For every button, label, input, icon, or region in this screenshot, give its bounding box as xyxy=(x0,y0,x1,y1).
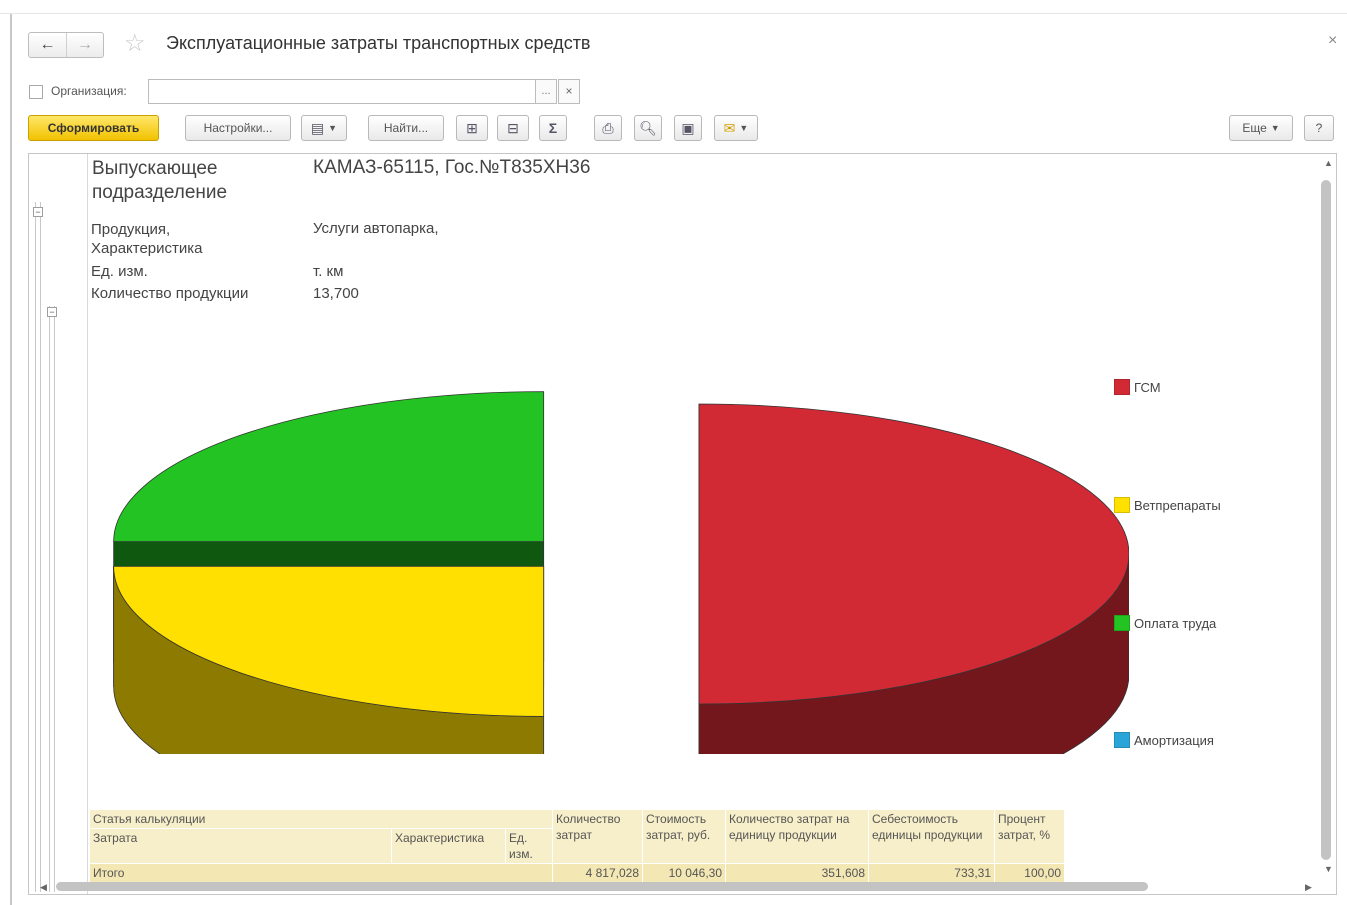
settings-label: Настройки... xyxy=(203,121,273,135)
printer-icon: ⎙ xyxy=(602,119,614,136)
legend-item: Амортизация xyxy=(1114,732,1214,748)
navigation-buttons: ← → xyxy=(28,32,104,58)
back-button[interactable]: ← xyxy=(29,33,66,57)
header-cost: Стоимость затрат, руб. xyxy=(642,809,726,864)
quantity-value: 13,700 xyxy=(313,285,359,302)
header-cost-item: Затрата xyxy=(89,828,392,864)
header-characteristic: Характеристика xyxy=(391,828,506,864)
content-border xyxy=(87,154,88,894)
preview-button[interactable]: 🔍︎ xyxy=(634,115,662,141)
group-outline-line xyxy=(49,306,55,892)
forward-button[interactable]: → xyxy=(65,33,103,57)
total-cost: 10 046,30 xyxy=(642,863,726,883)
sum-button[interactable]: Σ xyxy=(539,115,567,141)
chevron-down-icon: ▼ xyxy=(739,123,749,133)
collapse-groups-button[interactable]: ⊟ xyxy=(497,115,529,141)
unit-label: Ед. изм. xyxy=(91,263,148,280)
find-button[interactable]: Найти... xyxy=(368,115,444,141)
scroll-right-icon[interactable]: ▶ xyxy=(1305,882,1312,893)
group-outline-line xyxy=(35,202,41,892)
department-label: Выпускающее подразделение xyxy=(92,158,228,203)
envelope-icon: ✉ xyxy=(723,119,736,136)
header-quantity: Количество затрат xyxy=(552,809,643,864)
cost-pie-chart xyxy=(113,391,1129,754)
floppy-disk-icon: ▣ xyxy=(681,119,695,136)
favorite-star-icon[interactable]: ☆ xyxy=(124,31,146,57)
organization-clear-button[interactable]: × xyxy=(558,79,580,104)
close-icon[interactable]: × xyxy=(1328,32,1337,50)
organization-input[interactable] xyxy=(148,79,536,104)
header-qty-per-unit: Количество затрат на единицу продукции xyxy=(725,809,869,864)
legend-swatch xyxy=(1114,732,1130,748)
scroll-down-icon[interactable]: ▼ xyxy=(1324,864,1333,874)
horizontal-scrollbar-thumb[interactable] xyxy=(56,882,1148,891)
total-percent: 100,00 xyxy=(994,863,1065,883)
settings-button[interactable]: Настройки... xyxy=(185,115,291,141)
organization-checkbox[interactable] xyxy=(29,85,43,99)
table-header-row: Статья калькуляции Количество затрат Сто… xyxy=(89,809,1065,864)
table-total-row: Итого 4 817,028 10 046,30 351,608 733,31… xyxy=(89,863,1065,883)
back-arrow-icon: ← xyxy=(39,36,56,53)
print-button[interactable]: ⎙ xyxy=(594,115,622,141)
help-label: ? xyxy=(1315,121,1323,135)
expand-groups-button[interactable]: ⊞ xyxy=(456,115,488,141)
scroll-left-icon[interactable]: ◀ xyxy=(40,882,47,893)
find-label: Найти... xyxy=(383,121,429,135)
vertical-scrollbar-thumb[interactable] xyxy=(1321,180,1331,860)
chevron-down-icon: ▼ xyxy=(1270,123,1280,133)
header-percent: Процент затрат, % xyxy=(994,809,1065,864)
organization-select-button[interactable]: ... xyxy=(535,79,557,104)
window-title: Эксплуатационные затраты транспортных ср… xyxy=(166,33,591,53)
more-menu-button[interactable]: Еще ▼ xyxy=(1229,115,1293,141)
sigma-icon: Σ xyxy=(548,120,558,136)
organization-label: Организация: xyxy=(51,84,127,98)
collapse-groups-icon: ⊟ xyxy=(507,119,519,136)
legend-item: ГСМ xyxy=(1114,379,1161,395)
total-label: Итого xyxy=(89,863,553,883)
pie-slice-1 xyxy=(113,565,545,754)
legend-label: Амортизация xyxy=(1134,732,1214,748)
legend-label: Оплата труда xyxy=(1134,615,1217,631)
collapse-group-icon[interactable]: − xyxy=(33,207,43,217)
preview-icon: 🔍︎ xyxy=(639,119,657,136)
calculation-table: Статья калькуляции Количество затрат Сто… xyxy=(89,809,1065,883)
total-unit-cost: 733,31 xyxy=(868,863,995,883)
generate-label: Сформировать xyxy=(47,121,140,135)
collapse-group-icon[interactable]: − xyxy=(47,307,57,317)
legend-item: Ветпрепараты xyxy=(1114,497,1221,513)
product-label: Продукция, Характеристика xyxy=(91,221,203,257)
legend-swatch xyxy=(1114,379,1130,395)
expand-groups-icon: ⊞ xyxy=(466,119,478,136)
total-quantity: 4 817,028 xyxy=(552,863,643,883)
forward-arrow-icon: → xyxy=(76,36,93,53)
product-value: Услуги автопарка, xyxy=(313,220,439,237)
department-value: КАМАЗ-65115, Гос.№Т835ХН36 xyxy=(313,157,591,178)
header-article: Статья калькуляции xyxy=(89,809,553,829)
pie-slice-0 xyxy=(698,403,1129,754)
more-label: Еще xyxy=(1242,121,1267,135)
save-button[interactable]: ▣ xyxy=(674,115,702,141)
variant-menu-button[interactable]: ▤ ▼ xyxy=(301,115,347,141)
pie-slice-top xyxy=(113,391,545,543)
scroll-up-icon[interactable]: ▲ xyxy=(1324,158,1333,168)
report-area[interactable]: − − Выпускающее подразделение КАМАЗ-6511… xyxy=(28,153,1337,895)
header-unit: Ед. изм. xyxy=(505,828,553,864)
chevron-down-icon: ▼ xyxy=(328,123,338,133)
legend-swatch xyxy=(1114,497,1130,513)
total-qty-per-unit: 351,608 xyxy=(725,863,869,883)
help-button[interactable]: ? xyxy=(1304,115,1334,141)
top-border xyxy=(0,0,1347,14)
generate-button[interactable]: Сформировать xyxy=(28,115,159,141)
legend-label: ГСМ xyxy=(1134,379,1161,395)
legend-item: Оплата труда xyxy=(1114,615,1216,631)
header-unit-cost: Себестоимость единицы продукции xyxy=(868,809,995,864)
left-border xyxy=(10,14,12,905)
legend-label: Ветпрепараты xyxy=(1134,497,1221,513)
report-variant-icon: ▤ xyxy=(310,119,325,136)
unit-value: т. км xyxy=(313,263,344,280)
quantity-label: Количество продукции xyxy=(91,285,249,302)
send-menu-button[interactable]: ✉ ▼ xyxy=(714,115,758,141)
legend-swatch xyxy=(1114,615,1130,631)
